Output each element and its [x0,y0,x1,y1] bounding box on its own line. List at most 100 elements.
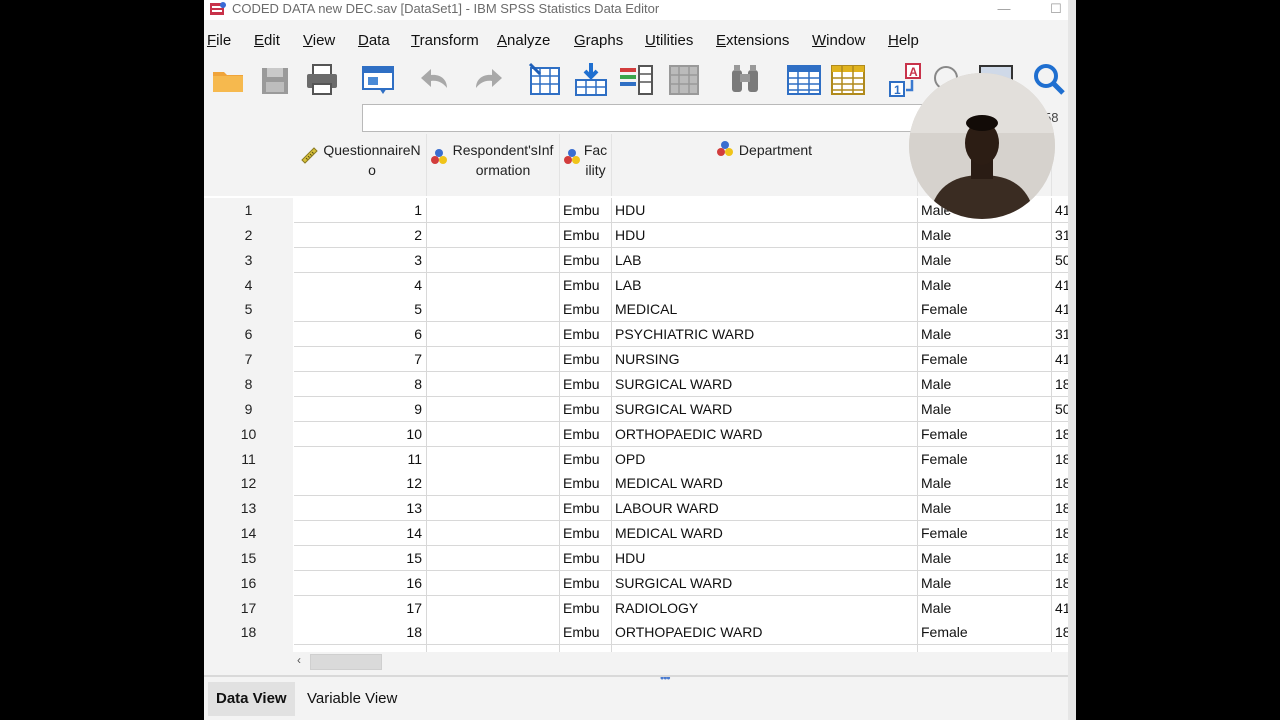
cell-age[interactable]: 18 [1052,545,1068,571]
cell-age[interactable]: 18 [1052,371,1068,397]
goto-case-icon[interactable] [526,60,564,98]
cell-facility[interactable]: Embu [560,645,612,652]
cell-department[interactable]: SURGICAL WARD [612,570,918,596]
row-number[interactable]: 4 [204,272,293,298]
cell-age[interactable]: 50 [1052,396,1068,422]
cell-department[interactable]: MEDICAL WARD [612,645,918,652]
cell-age[interactable]: 18 [1052,421,1068,447]
goto-variable-icon[interactable] [572,60,610,98]
tab-data-view[interactable]: Data View [208,682,295,716]
cell-age[interactable]: 18 [1052,496,1068,522]
cell-department[interactable]: MEDICAL WARD [612,521,918,547]
cell-facility[interactable]: Embu [560,496,612,522]
cell-respondents-information[interactable] [427,297,560,323]
cell-questionnaireno[interactable]: 18 [294,620,427,646]
row-number[interactable]: 10 [204,421,293,447]
menu-help[interactable]: Help [888,32,919,49]
cell-questionnaireno[interactable]: 3 [294,247,427,273]
variables-icon[interactable] [617,60,655,98]
cell-gender[interactable]: Female [918,347,1052,373]
cell-facility[interactable]: Embu [560,521,612,547]
row-number[interactable]: 18 [204,620,293,646]
cell-gender[interactable]: Female [918,521,1052,547]
scroll-thumb[interactable] [310,654,382,670]
cell-gender[interactable]: Male [918,322,1052,348]
row-number[interactable]: 7 [204,347,293,373]
tab-variable-view[interactable]: Variable View [299,682,405,716]
cell-questionnaireno[interactable]: 10 [294,421,427,447]
menu-view[interactable]: View [303,32,335,49]
cell-respondents-information[interactable] [427,347,560,373]
row-number[interactable]: 9 [204,396,293,422]
cell-respondents-information[interactable] [427,322,560,348]
menu-analyze[interactable]: Analyze [497,32,550,49]
cell-facility[interactable]: Embu [560,297,612,323]
row-number[interactable]: 8 [204,371,293,397]
cell-department[interactable]: MEDICAL WARD [612,471,918,497]
cell-editor-input[interactable] [362,104,924,132]
cell-gender[interactable]: Female [918,421,1052,447]
cell-facility[interactable]: Embu [560,247,612,273]
cell-questionnaireno[interactable]: 17 [294,595,427,621]
cell-facility[interactable]: Embu [560,446,612,472]
cell-respondents-information[interactable] [427,570,560,596]
row-number[interactable]: 17 [204,595,293,621]
cell-age[interactable]: 18 [1052,570,1068,596]
cell-facility[interactable]: Embu [560,222,612,248]
menu-window[interactable]: Window [812,32,865,49]
print-icon[interactable] [303,60,341,98]
cell-gender[interactable]: Male [918,371,1052,397]
cell-age[interactable]: 41 [1052,297,1068,323]
column-header-questionnaireno[interactable]: QuestionnaireN o [294,134,427,196]
cell-questionnaireno[interactable]: 2 [294,222,427,248]
cell-facility[interactable]: Embu [560,347,612,373]
cell-questionnaireno[interactable]: 11 [294,446,427,472]
save-icon[interactable] [256,60,294,98]
cell-age[interactable]: 41 [1052,595,1068,621]
row-number[interactable]: 6 [204,322,293,348]
cell-department[interactable]: RADIOLOGY [612,595,918,621]
cell-respondents-information[interactable] [427,247,560,273]
cell-respondents-information[interactable] [427,545,560,571]
cell-respondents-information[interactable] [427,471,560,497]
redo-icon[interactable] [468,60,506,98]
row-number[interactable]: 5 [204,297,293,323]
cell-department[interactable]: LAB [612,272,918,298]
cell-department[interactable]: HDU [612,198,918,223]
cell-facility[interactable]: Embu [560,198,612,223]
menu-utilities[interactable]: Utilities [645,32,693,49]
cell-respondents-information[interactable] [427,521,560,547]
cell-respondents-information[interactable] [427,396,560,422]
cell-gender[interactable]: Male [918,471,1052,497]
find-icon[interactable] [726,60,764,98]
cell-respondents-information[interactable] [427,198,560,223]
row-number[interactable]: 11 [204,446,293,472]
undo-icon[interactable] [417,60,455,98]
cell-department[interactable]: ORTHOPAEDIC WARD [612,421,918,447]
value-labels-icon[interactable]: A1 [886,60,924,98]
column-header-department[interactable]: Department [612,134,918,196]
menu-data[interactable]: Data [358,32,390,49]
cell-questionnaireno[interactable]: 5 [294,297,427,323]
row-number[interactable]: 13 [204,496,293,522]
scroll-left-arrow[interactable]: ‹ [297,653,301,667]
row-number[interactable]: 15 [204,545,293,571]
cell-gender[interactable]: Female [918,446,1052,472]
cell-facility[interactable]: Embu [560,421,612,447]
cell-questionnaireno[interactable]: 4 [294,272,427,298]
cell-department[interactable]: ORTHOPAEDIC WARD [612,620,918,646]
cell-facility[interactable]: Embu [560,322,612,348]
maximize-button[interactable]: ☐ [1046,0,1066,20]
cell-respondents-information[interactable] [427,222,560,248]
cell-gender[interactable]: Male [918,272,1052,298]
cell-department[interactable]: OPD [612,446,918,472]
cell-respondents-information[interactable] [427,620,560,646]
minimize-button[interactable]: — [994,0,1014,20]
horizontal-scrollbar[interactable]: ‹ [294,652,1068,670]
cell-age[interactable]: 31 [1052,322,1068,348]
cell-questionnaireno[interactable]: 19 [294,645,427,652]
cell-facility[interactable]: Embu [560,570,612,596]
cell-facility[interactable]: Embu [560,272,612,298]
cell-gender[interactable]: Male [918,570,1052,596]
cell-gender[interactable]: Male [918,496,1052,522]
